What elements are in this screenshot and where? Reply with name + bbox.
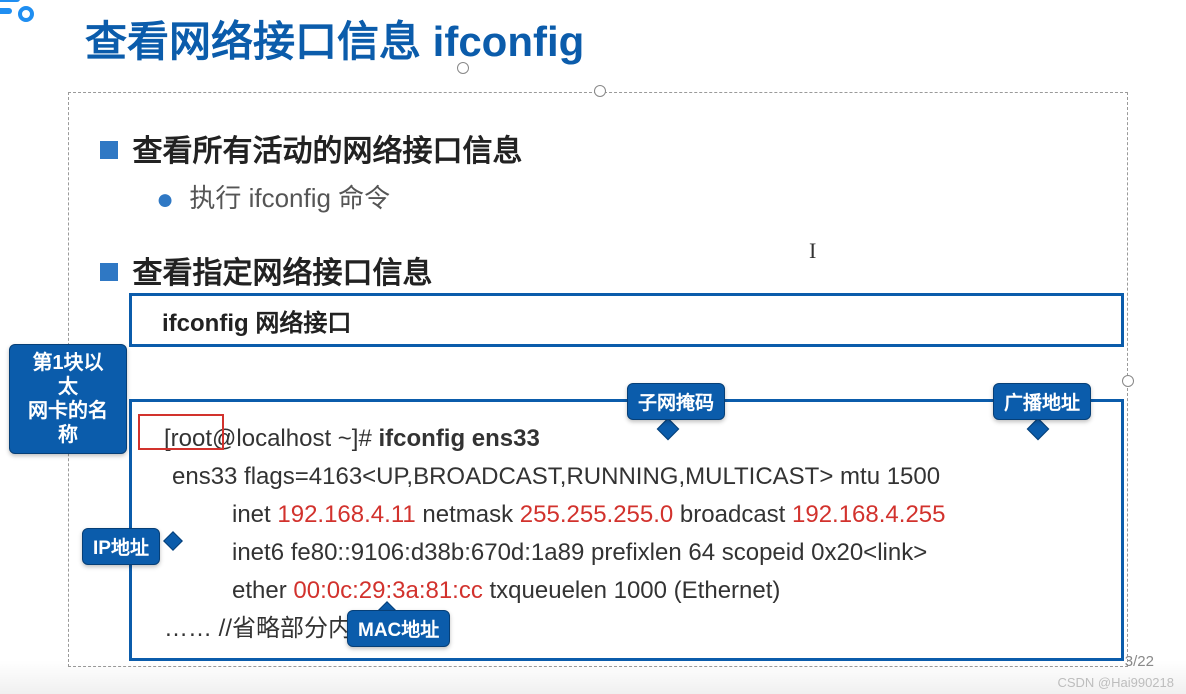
red-highlight-box xyxy=(138,414,224,450)
text-cursor-icon: I xyxy=(809,238,816,264)
square-bullet-icon xyxy=(100,141,118,159)
netmask-value: 255.255.255.0 xyxy=(520,501,673,528)
selection-handle-icon xyxy=(457,62,469,74)
terminal-line-flags: ens33 flags=4163<UP,BROADCAST,RUNNING,MU… xyxy=(164,458,1103,496)
square-bullet-icon xyxy=(100,263,118,281)
bullet-heading-1: 查看所有活动的网络接口信息 xyxy=(100,126,522,170)
command-syntax-text: ifconfig 网络接口 xyxy=(162,303,351,338)
netmask-label: netmask xyxy=(416,501,520,528)
bottom-shadow xyxy=(0,660,1186,694)
bullet-text: 查看所有活动的网络接口信息 xyxy=(132,135,522,168)
bullet-heading-2: 查看指定网络接口信息 xyxy=(100,248,432,292)
corner-decoration-icon xyxy=(0,0,34,28)
callout-text-line2: 网卡的名称 xyxy=(24,399,112,447)
terminal-line-ether: ether 00:0c:29:3a:81:cc txqueuelen 1000 … xyxy=(164,572,1103,610)
ether-tail: txqueuelen 1000 (Ethernet) xyxy=(483,577,781,604)
callout-broadcast: 广播地址 xyxy=(993,383,1091,420)
callout-mac-address: MAC地址 xyxy=(347,610,450,647)
inet-label: inet xyxy=(232,501,277,528)
callout-text: MAC地址 xyxy=(358,620,439,641)
terminal-line-prompt: [root@localhost ~]# ifconfig ens33 xyxy=(164,420,1103,458)
broadcast-label: broadcast xyxy=(673,501,792,528)
shell-command: ifconfig ens33 xyxy=(378,425,539,452)
callout-ip-address: IP地址 xyxy=(82,528,160,565)
broadcast-value: 192.168.4.255 xyxy=(792,501,945,528)
ether-label: ether xyxy=(232,577,293,604)
callout-ethernet-name: 第1块以太 网卡的名称 xyxy=(9,344,127,454)
callout-text: 广播地址 xyxy=(1004,393,1080,414)
terminal-line-inet6: inet6 fe80::9106:d38b:670d:1a89 prefixle… xyxy=(164,534,1103,572)
mac-address-value: 00:0c:29:3a:81:cc xyxy=(293,577,482,604)
bullet-text: 查看指定网络接口信息 xyxy=(132,257,432,290)
selection-handle-icon xyxy=(1122,375,1134,387)
callout-text-line1: 第1块以太 xyxy=(24,351,112,399)
callout-subnet-mask: 子网掩码 xyxy=(627,383,725,420)
sub-bullet-1: ● 执行 ifconfig 命令 xyxy=(156,178,390,217)
page-number: 3/22 xyxy=(1125,653,1154,670)
callout-text: 子网掩码 xyxy=(638,393,714,414)
terminal-output-box: [root@localhost ~]# ifconfig ens33 ens33… xyxy=(129,399,1124,661)
ip-address-value: 192.168.4.11 xyxy=(277,501,415,528)
sub-bullet-text: 执行 ifconfig 命令 xyxy=(189,183,390,213)
dot-bullet-icon: ● xyxy=(156,183,174,216)
terminal-line-inet: inet 192.168.4.11 netmask 255.255.255.0 … xyxy=(164,496,1103,534)
page-title: 查看网络接口信息 ifconfig xyxy=(85,8,584,69)
command-syntax-box: ifconfig 网络接口 xyxy=(129,293,1124,347)
terminal-line-omitted: …… //省略部分内容 xyxy=(164,610,1103,648)
callout-text: IP地址 xyxy=(93,538,149,559)
watermark: CSDN @Hai990218 xyxy=(1057,675,1174,690)
selection-handle-icon xyxy=(594,85,606,97)
